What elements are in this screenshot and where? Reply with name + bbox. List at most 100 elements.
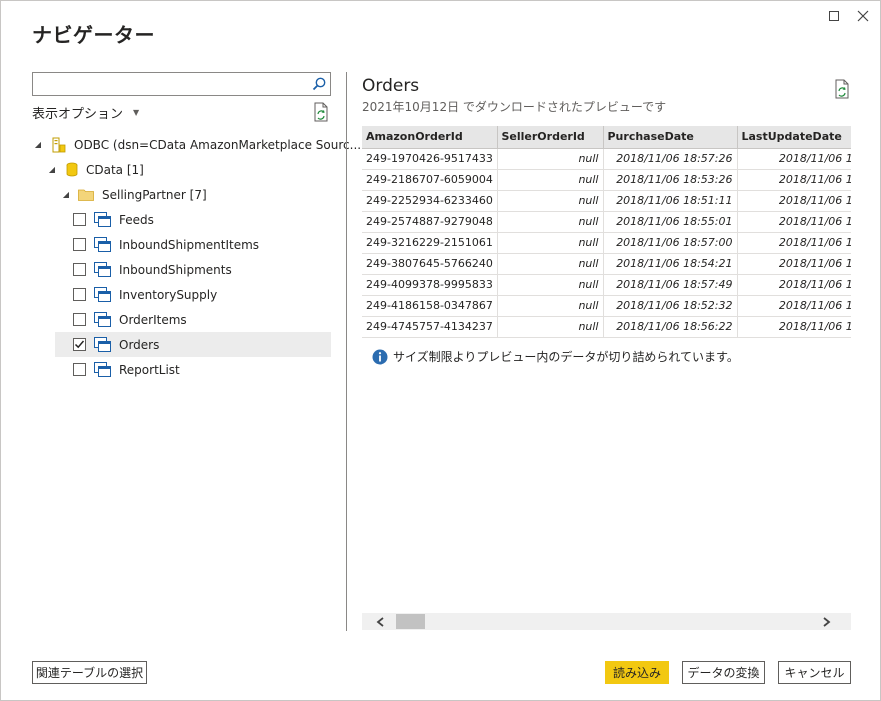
cancel-button[interactable]: キャンセル bbox=[778, 661, 851, 684]
tree-item-label: InboundShipmentItems bbox=[119, 237, 260, 252]
tree-item-orders[interactable]: Orders bbox=[55, 332, 331, 357]
expand-triangle-icon[interactable]: ◢ bbox=[46, 165, 58, 174]
table-cell[interactable]: 2018/11/06 19:07 bbox=[737, 190, 851, 212]
tree-item-feeds[interactable]: Feeds bbox=[73, 207, 331, 232]
table-cell[interactable]: null bbox=[497, 211, 604, 233]
pane-splitter[interactable] bbox=[346, 72, 347, 631]
select-related-tables-button[interactable]: 関連テーブルの選択 bbox=[32, 661, 147, 684]
tree-node-label: SellingPartner [7] bbox=[102, 187, 207, 202]
table-cell[interactable]: 249-4099378-9995833 bbox=[362, 274, 498, 296]
table-row: 249-1970426-9517433 null 2018/11/06 18:57:… bbox=[362, 148, 851, 170]
search-box[interactable] bbox=[32, 72, 331, 96]
table-cell[interactable]: 249-3807645-5766240 bbox=[362, 253, 498, 275]
table-row: 249-4099378-9995833 null 2018/11/06 18:57:… bbox=[362, 274, 851, 296]
tree-node-cdata[interactable]: ◢ CData [1] bbox=[46, 157, 144, 182]
table-cell[interactable]: null bbox=[497, 295, 604, 317]
table-cell[interactable]: 2018/11/06 19:07 bbox=[737, 148, 851, 170]
checkbox[interactable] bbox=[73, 238, 86, 251]
tree-item-inventorysupply[interactable]: InventorySupply bbox=[73, 282, 331, 307]
table-cell[interactable]: 249-4745757-4134237 bbox=[362, 316, 498, 338]
table-cell[interactable]: 249-4186158-0347867 bbox=[362, 295, 498, 317]
table-cell[interactable]: null bbox=[497, 274, 604, 296]
close-icon[interactable] bbox=[852, 5, 874, 27]
refresh-icon[interactable] bbox=[833, 79, 851, 99]
table-icon bbox=[94, 362, 111, 377]
table-cell[interactable]: null bbox=[497, 169, 604, 191]
expand-triangle-icon[interactable]: ◢ bbox=[32, 140, 44, 149]
table-cell[interactable]: null bbox=[497, 148, 604, 170]
tree-item-label: Orders bbox=[119, 337, 160, 352]
table-cell[interactable]: 249-1970426-9517433 bbox=[362, 148, 498, 170]
table-cell[interactable]: 2018/11/06 18:57:49 bbox=[603, 274, 738, 296]
tree-item-inboundshipmentitems[interactable]: InboundShipmentItems bbox=[73, 232, 331, 257]
table-row: 249-3807645-5766240 null 2018/11/06 18:54:… bbox=[362, 253, 851, 275]
table-icon bbox=[94, 237, 111, 252]
tree-node-odbc[interactable]: ◢ ODBC (dsn=CData AmazonMarketplace Sour… bbox=[32, 132, 361, 157]
display-options-dropdown[interactable]: 表示オプション ▼ bbox=[32, 103, 139, 122]
table-cell[interactable]: 2018/11/06 19:06 bbox=[737, 274, 851, 296]
table-cell[interactable]: 2018/11/06 19:06 bbox=[737, 316, 851, 338]
horizontal-scrollbar[interactable] bbox=[362, 613, 851, 630]
tree-node-label: ODBC (dsn=CData AmazonMarketplace Sourc.… bbox=[74, 137, 362, 152]
checkbox[interactable] bbox=[73, 288, 86, 301]
table-cell[interactable]: 2018/11/06 18:55:01 bbox=[603, 211, 738, 233]
tree-item-inboundshipments[interactable]: InboundShipments bbox=[73, 257, 331, 282]
transform-data-button[interactable]: データの変換 bbox=[682, 661, 765, 684]
tree-item-reportlist[interactable]: ReportList bbox=[73, 357, 331, 382]
table-cell[interactable]: 2018/11/06 19:06 bbox=[737, 295, 851, 317]
table-cell[interactable]: 2018/11/06 18:52:32 bbox=[603, 295, 738, 317]
column-header[interactable]: SellerOrderId bbox=[497, 126, 604, 149]
table-cell[interactable]: null bbox=[497, 190, 604, 212]
load-button[interactable]: 読み込み bbox=[605, 661, 669, 684]
table-cell[interactable]: 249-2574887-9279048 bbox=[362, 211, 498, 233]
table-cell[interactable]: 249-3216229-2151061 bbox=[362, 232, 498, 254]
table-cell[interactable]: 2018/11/06 18:51:11 bbox=[603, 190, 738, 212]
display-options-label: 表示オプション bbox=[32, 107, 124, 122]
tree-node-label: CData [1] bbox=[86, 162, 144, 177]
truncation-notice: サイズ制限よりプレビュー内のデータが切り詰められています。 bbox=[372, 348, 739, 365]
column-header[interactable]: PurchaseDate bbox=[603, 126, 738, 149]
table-cell[interactable]: 249-2252934-6233460 bbox=[362, 190, 498, 212]
table-cell[interactable]: null bbox=[497, 232, 604, 254]
tree-item-orderitems[interactable]: OrderItems bbox=[73, 307, 331, 332]
table-cell[interactable]: 2018/11/06 19:07 bbox=[737, 211, 851, 233]
preview-grid: AmazonOrderId SellerOrderId PurchaseDate… bbox=[362, 126, 851, 338]
table-cell[interactable]: 2018/11/06 18:53:26 bbox=[603, 169, 738, 191]
table-cell[interactable]: null bbox=[497, 253, 604, 275]
scroll-right-icon[interactable] bbox=[822, 613, 831, 630]
info-icon bbox=[372, 349, 388, 364]
table-cell[interactable]: 2018/11/06 18:57:26 bbox=[603, 148, 738, 170]
table-cell[interactable]: null bbox=[497, 316, 604, 338]
table-cell[interactable]: 2018/11/06 18:57:00 bbox=[603, 232, 738, 254]
table-header-row: AmazonOrderId SellerOrderId PurchaseDate… bbox=[362, 126, 851, 149]
tree-node-sellingpartner[interactable]: ◢ SellingPartner [7] bbox=[60, 182, 207, 207]
chevron-down-icon: ▼ bbox=[133, 108, 140, 117]
column-header[interactable]: LastUpdateDate bbox=[737, 126, 851, 149]
table-cell[interactable]: 2018/11/06 19:07 bbox=[737, 253, 851, 275]
tree-item-label: OrderItems bbox=[119, 312, 187, 327]
checkbox[interactable] bbox=[73, 213, 86, 226]
search-icon[interactable] bbox=[311, 76, 327, 92]
maximize-icon[interactable] bbox=[823, 5, 845, 27]
table-cell[interactable]: 2018/11/06 18:56:22 bbox=[603, 316, 738, 338]
scroll-left-icon[interactable] bbox=[376, 613, 385, 630]
column-header[interactable]: AmazonOrderId bbox=[362, 126, 498, 149]
checkbox[interactable] bbox=[73, 263, 86, 276]
table-icon bbox=[94, 287, 111, 302]
navigator-dialog: ナビゲーター 表示オプション ▼ ◢ ODBC (dsn=CData Amazo… bbox=[0, 0, 881, 701]
table-cell[interactable]: 2018/11/06 19:07 bbox=[737, 169, 851, 191]
checkbox[interactable] bbox=[73, 363, 86, 376]
table-cell[interactable]: 2018/11/06 19:07 bbox=[737, 232, 851, 254]
search-input[interactable] bbox=[33, 73, 303, 95]
preview-subtitle: 2021年10月12日 でダウンロードされたプレビューです bbox=[362, 100, 667, 114]
table-row: 249-2186707-6059004 null 2018/11/06 18:53:… bbox=[362, 169, 851, 191]
table-cell[interactable]: 2018/11/06 18:54:21 bbox=[603, 253, 738, 275]
expand-triangle-icon[interactable]: ◢ bbox=[60, 190, 72, 199]
checkbox-checked[interactable] bbox=[73, 338, 86, 351]
table-icon bbox=[94, 212, 111, 227]
checkbox[interactable] bbox=[73, 313, 86, 326]
scrollbar-thumb[interactable] bbox=[396, 614, 425, 629]
table-cell[interactable]: 249-2186707-6059004 bbox=[362, 169, 498, 191]
refresh-icon[interactable] bbox=[312, 102, 330, 122]
checkmark-icon bbox=[74, 340, 85, 349]
